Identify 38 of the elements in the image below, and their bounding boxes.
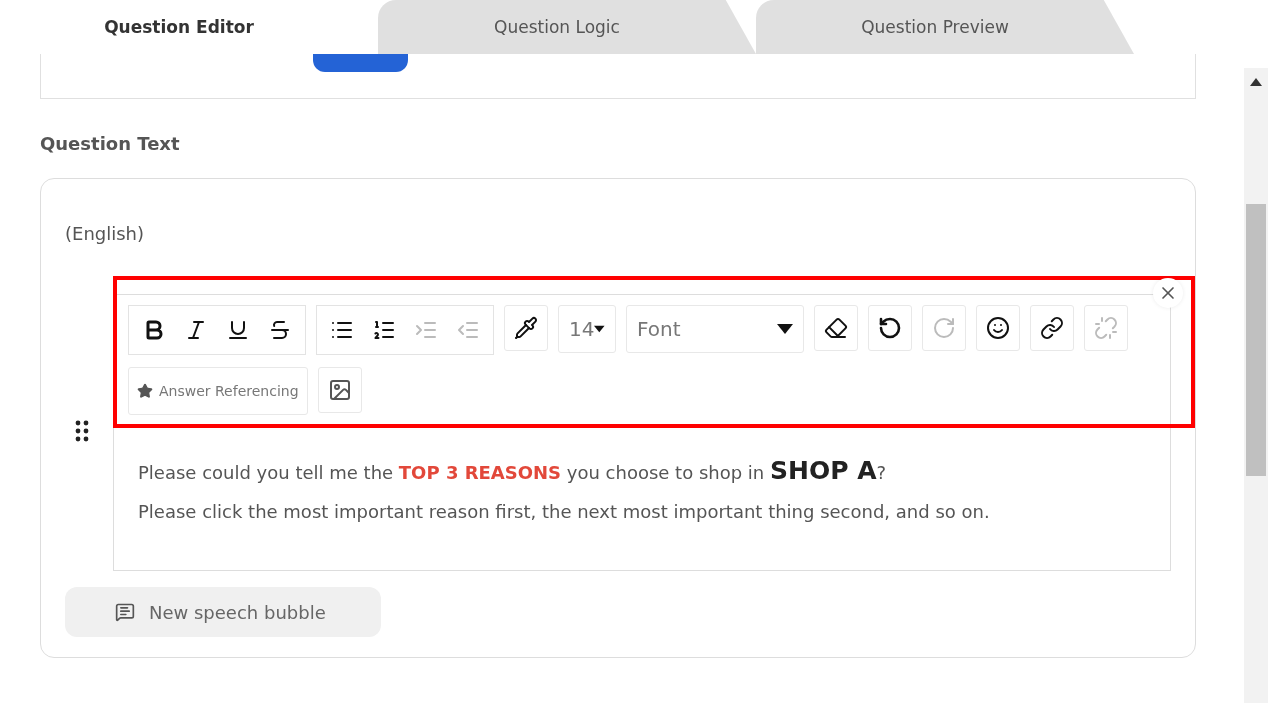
language-label: (English) [65,223,146,244]
font-size-dropdown[interactable]: 14 [558,305,616,353]
emoji-button[interactable] [976,305,1020,351]
image-icon [327,378,352,402]
new-speech-bubble-button[interactable]: New speech bubble [65,587,381,637]
scroll-up-icon[interactable] [1250,78,1262,86]
undo-icon [878,316,902,340]
scrollbar[interactable] [1244,68,1268,703]
eraser-icon [824,316,848,340]
star-icon [137,383,153,399]
insert-image-button[interactable] [317,367,362,413]
strikethrough-icon [268,318,292,342]
font-dropdown[interactable]: Font [626,305,804,353]
caret-icon [777,324,793,334]
close-button[interactable] [1153,278,1183,308]
broken-link-icon [1094,316,1118,340]
color-button[interactable] [504,305,548,351]
drag-handle-icon[interactable] [75,420,89,442]
answer-referencing-button[interactable]: Answer Referencing [128,367,308,415]
section-title: Question Text [40,133,181,154]
tab[interactable]: Question Preview [756,0,1134,54]
link-icon [1040,316,1064,340]
question-text: Please click the most important reason first, the next most important thing second, and so on. [138,501,991,522]
caret-icon [594,324,605,334]
speech-bubble-icon [115,602,135,622]
scrollbar-thumb[interactable] [1246,204,1266,476]
numbered-list-icon [372,318,396,342]
pill-button[interactable] [313,54,408,72]
pen-icon [514,316,538,340]
link-button[interactable] [1030,305,1074,351]
redo-icon [932,316,956,340]
undo-button[interactable] [868,305,912,351]
underline-icon [226,318,250,342]
tab[interactable]: Question Logic [378,0,756,54]
question-text: Please could you tell me the TOP 3 REASONS you choose to shop in SHOP A? [138,456,888,485]
eraser-button[interactable] [814,305,858,351]
text-editor[interactable]: 14 Font Answer Referencing Please could you tell me the TOP 3 REASONS you choose to shop in SHOP A? Please click the most important reason first, the next most important thing second, and so on. [113,294,1171,571]
smiley-icon [986,316,1010,340]
